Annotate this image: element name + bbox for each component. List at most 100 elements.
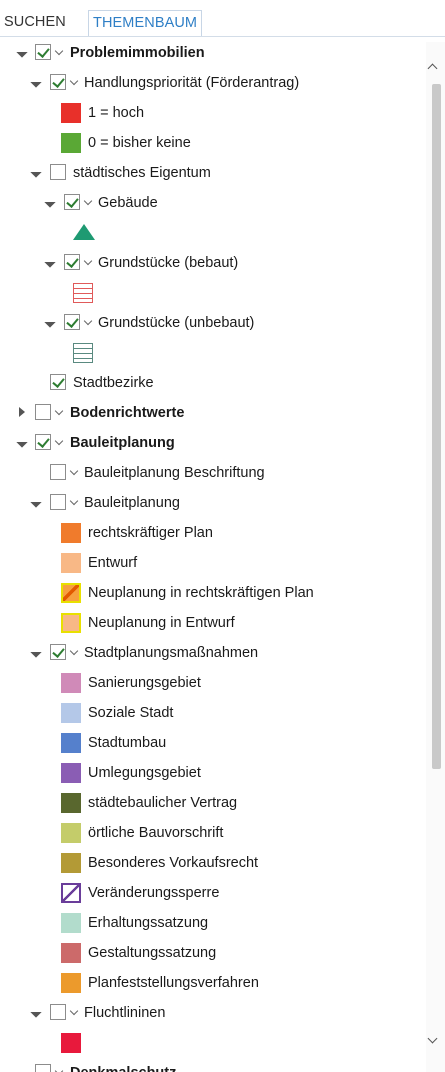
checkbox[interactable] [35,44,51,60]
chevron-down-icon[interactable] [70,1005,80,1019]
tree-item-staedtisches-eigentum[interactable]: städtisches Eigentum [0,158,420,188]
legend-swatch [61,823,81,843]
checkbox[interactable] [35,404,51,420]
legend-label: städtebaulicher Vertrag [88,795,238,811]
legend-swatch [61,103,81,123]
tree-item-stadtbezirke[interactable]: Stadtbezirke [0,368,420,398]
layer-label: Bodenrichtwerte [70,405,185,421]
legend-item: Besonderes Vorkaufsrecht [0,848,420,878]
expand-arrow-icon[interactable] [30,496,41,507]
tree-item-gebaeude[interactable]: Gebäude [0,188,420,218]
legend-item: Erhaltungssatzung [0,908,420,938]
legend-swatch [61,943,81,963]
tree-item-grundstuecke-unbebaut[interactable]: Grundstücke (unbebaut) [0,308,420,338]
tree-item-bauleitplanung-sub[interactable]: Bauleitplanung [0,488,420,518]
expand-arrow-icon[interactable] [30,76,41,87]
legend-label: Neuplanung in rechtskräftigen Plan [88,585,314,601]
legend-item: städtebaulicher Vertrag [0,788,420,818]
checkbox[interactable] [50,1004,66,1020]
expand-arrow-icon[interactable] [44,196,55,207]
tab-suchen[interactable]: SUCHEN [4,10,66,36]
legend-swatch [61,763,81,783]
legend-swatch [61,523,81,543]
chevron-down-icon[interactable] [84,195,94,209]
legend-item: Neuplanung in rechtskräftigen Plan [0,578,420,608]
scroll-up-icon[interactable] [427,62,439,72]
legend-item [0,338,420,368]
layer-label: Fluchtlininen [84,1005,166,1021]
checkbox[interactable] [64,194,80,210]
legend-swatch [61,853,81,873]
tree-item-stadtplanungsmassnahmen[interactable]: Stadtplanungsmaßnahmen [0,638,420,668]
checkbox[interactable] [50,374,66,390]
layer-label: Gebäude [98,195,158,211]
expand-arrow-icon[interactable] [30,1006,41,1017]
legend-label: Veränderungssperre [88,885,220,901]
scroll-down-icon[interactable] [427,1035,439,1045]
tree-item-bauleitplanung-beschriftung[interactable]: Bauleitplanung Beschriftung [0,458,420,488]
chevron-down-icon[interactable] [84,315,94,329]
legend-item: Gestaltungssatzung [0,938,420,968]
tree-item-grundstuecke-bebaut[interactable]: Grundstücke (bebaut) [0,248,420,278]
legend-label: örtliche Bauvorschrift [88,825,224,841]
legend-swatch [61,733,81,753]
expand-arrow-icon[interactable] [16,1066,27,1072]
layer-label: Bauleitplanung [84,495,180,511]
legend-item [0,278,420,308]
chevron-down-icon[interactable] [84,255,94,269]
scrollbar-thumb[interactable] [432,84,441,769]
chevron-down-icon[interactable] [70,495,80,509]
checkbox[interactable] [64,314,80,330]
tree-item-fluchtlinien[interactable]: Fluchtlininen [0,998,420,1028]
legend-label: Gestaltungssatzung [88,945,217,961]
chevron-down-icon[interactable] [55,405,65,419]
checkbox[interactable] [50,164,66,180]
legend-label: 1 = hoch [88,105,145,121]
legend-label: Stadtumbau [88,735,167,751]
chevron-down-icon[interactable] [55,435,65,449]
tab-divider [0,36,445,37]
expand-arrow-icon[interactable] [44,316,55,327]
layer-label: städtisches Eigentum [73,165,211,181]
legend-item: örtliche Bauvorschrift [0,818,420,848]
checkbox[interactable] [64,254,80,270]
tree-item-problemimmobilien[interactable]: Problemimmobilien [0,38,420,68]
checkbox[interactable] [35,434,51,450]
layer-label: Bauleitplanung [70,435,175,451]
legend-swatch [61,973,81,993]
checkbox[interactable] [50,644,66,660]
chevron-down-icon[interactable] [70,75,80,89]
checkbox[interactable] [50,74,66,90]
checkbox[interactable] [50,494,66,510]
chevron-down-icon[interactable] [55,1065,65,1072]
tree-item-handlungsprioritaet[interactable]: Handlungspriorität (Förderantrag) [0,68,420,98]
legend-label: Planfeststellungsverfahren [88,975,259,991]
expand-arrow-icon[interactable] [16,46,27,57]
expand-arrow-icon[interactable] [44,256,55,267]
checkbox[interactable] [50,464,66,480]
legend-swatch [61,703,81,723]
chevron-down-icon[interactable] [70,465,80,479]
legend-item: Soziale Stadt [0,698,420,728]
legend-item: Neuplanung in Entwurf [0,608,420,638]
chevron-down-icon[interactable] [55,45,65,59]
checkbox[interactable] [35,1064,51,1072]
layer-label: Stadtplanungsmaßnahmen [84,645,259,661]
tree-item-bodenrichtwerte[interactable]: Bodenrichtwerte [0,398,420,428]
tree-item-bauleitplanung[interactable]: Bauleitplanung [0,428,420,458]
collapse-arrow-icon[interactable] [18,407,26,417]
legend-item: Veränderungssperre [0,878,420,908]
legend-item [0,218,420,248]
tree-item-denkmalschutz[interactable]: Denkmalschutz [0,1058,420,1072]
expand-arrow-icon[interactable] [16,436,27,447]
layer-label: Bauleitplanung Beschriftung [84,465,265,481]
expand-arrow-icon[interactable] [30,646,41,657]
tab-bar: SUCHEN THEMENBAUM [0,0,445,38]
legend-label: Besonderes Vorkaufsrecht [88,855,259,871]
expand-arrow-icon[interactable] [30,166,41,177]
legend-swatch [61,913,81,933]
tab-themenbaum[interactable]: THEMENBAUM [88,10,203,36]
chevron-down-icon[interactable] [70,645,80,659]
legend-label: Neuplanung in Entwurf [88,615,235,631]
legend-item: Sanierungsgebiet [0,668,420,698]
